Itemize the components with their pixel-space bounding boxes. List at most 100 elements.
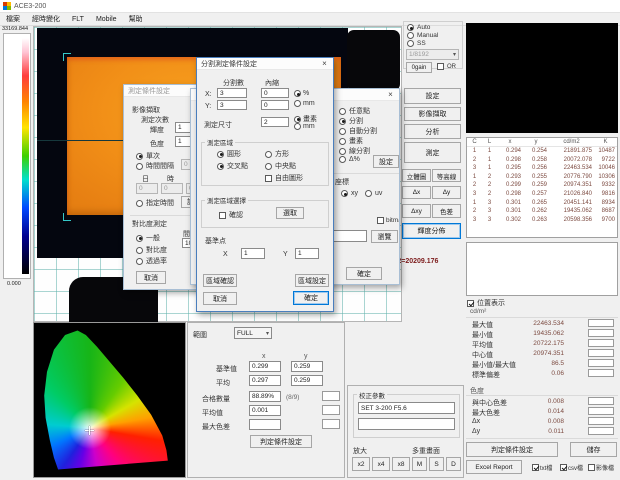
multi-s-button[interactable]: S	[429, 457, 444, 471]
save-button[interactable]: 儲存	[570, 442, 617, 457]
inset-mm-radio[interactable]: mm	[294, 100, 315, 107]
coord-xy-radio[interactable]: xy	[341, 190, 358, 197]
spec-time-radio-mark[interactable]	[136, 200, 143, 207]
x-split-field[interactable]: 3	[217, 88, 247, 98]
manual-radio-mark[interactable]	[407, 32, 414, 39]
avg-x-field[interactable]: 0.297	[249, 375, 281, 386]
ref-x-field[interactable]: 0.299	[249, 361, 281, 372]
close-icon[interactable]: ×	[317, 58, 332, 69]
method-delta-radio[interactable]: Δ%	[339, 156, 360, 163]
free-shape-checkbox[interactable]: 自由圖形	[265, 173, 303, 183]
method-split-mark[interactable]	[339, 118, 346, 125]
method-auto-split-mark[interactable]	[339, 128, 346, 135]
txt-checkbox[interactable]: txt檔	[532, 463, 552, 472]
table-row[interactable]: 110.2940.25421891.87510487	[467, 147, 617, 156]
menu-mobile[interactable]: Mobile	[96, 16, 117, 23]
region-cross-mark[interactable]	[217, 163, 224, 170]
region-circle-mark[interactable]	[217, 151, 224, 158]
judge-condition-button[interactable]: 判定條件設定	[466, 442, 558, 457]
set-button[interactable]: 設定	[404, 88, 461, 104]
general-radio-mark[interactable]	[136, 235, 143, 242]
x-inset-field[interactable]: 0	[261, 88, 289, 98]
inset-mm-mark[interactable]	[294, 100, 301, 107]
shutter-select[interactable]: 1/8192▾	[406, 49, 459, 60]
or-checkbox[interactable]: OR	[437, 63, 456, 70]
pick-button[interactable]: 選取	[276, 207, 304, 219]
browse-button[interactable]: 瀏覽	[371, 230, 398, 243]
zoom-x8-button[interactable]: x8	[392, 457, 410, 471]
menu-file[interactable]: 檔案	[6, 14, 20, 24]
image-file-checkbox-mark[interactable]	[588, 464, 595, 471]
coord-uv-mark[interactable]	[365, 190, 372, 197]
close-icon[interactable]: ×	[383, 89, 398, 100]
region-cross-radio[interactable]: 交叉點	[217, 161, 248, 171]
method-auto-split-radio[interactable]: 自動分割	[339, 126, 377, 136]
confirm-checkbox[interactable]: 確認	[219, 210, 243, 220]
table-row[interactable]: 320.2980.25721026.8409816	[467, 190, 617, 199]
size-field[interactable]: 2	[261, 117, 289, 127]
position-display-mark[interactable]	[467, 300, 474, 307]
title-bar[interactable]: ACE3-200	[0, 0, 620, 13]
region-circle-radio[interactable]: 圓形	[217, 149, 241, 159]
region-set-button[interactable]: 區域設定	[295, 274, 329, 287]
manual-radio[interactable]: Manual	[407, 32, 438, 39]
multi-m-button[interactable]: M	[412, 457, 427, 471]
capture-button[interactable]: 影像擷取	[404, 107, 461, 121]
method-delta-mark[interactable]	[339, 156, 346, 163]
general-radio[interactable]: 一般	[136, 233, 160, 243]
auto-radio-mark[interactable]	[407, 24, 414, 31]
single-radio[interactable]: 單次	[136, 151, 160, 161]
zoom-x2-button[interactable]: x2	[352, 457, 370, 471]
excel-report-button[interactable]: Excel Report	[466, 460, 522, 474]
interval-radio-mark[interactable]	[136, 163, 143, 170]
measure-button[interactable]: 測定	[404, 142, 461, 163]
method-line-split-radio[interactable]: 線分割	[339, 146, 370, 156]
base-y-field[interactable]: 1	[295, 248, 319, 259]
table-row[interactable]: 210.2980.25820072.0789722	[467, 156, 617, 165]
table-row[interactable]: 230.3010.26219435.0628687	[467, 207, 617, 216]
coord-xy-mark[interactable]	[341, 190, 348, 197]
spec-time-radio[interactable]: 指定時間	[136, 198, 174, 208]
delta-xy-button[interactable]: Δxy	[402, 204, 431, 218]
csv-checkbox-mark[interactable]	[560, 464, 567, 471]
bitmap-checkbox[interactable]: bitmap	[377, 217, 400, 224]
interval-radio[interactable]: 時間間隔	[136, 161, 174, 171]
avg-y-field[interactable]: 0.259	[291, 375, 323, 386]
region-center-radio[interactable]: 中央點	[265, 161, 296, 171]
method-ok-button[interactable]: 確定	[346, 267, 382, 280]
zoom-x4-button[interactable]: x4	[372, 457, 390, 471]
menu-help[interactable]: 幫助	[129, 14, 143, 24]
bitmap-checkbox-mark[interactable]	[377, 217, 384, 224]
y-split-field[interactable]: 3	[217, 100, 247, 110]
range-select[interactable]: FULL▾	[234, 327, 272, 339]
confirm-checkbox-mark[interactable]	[219, 212, 226, 219]
luminance-dist-button[interactable]: 輝度分佈	[402, 223, 461, 239]
method-any-point-radio[interactable]: 任意點	[339, 106, 370, 116]
judge-condition-button[interactable]: 判定條件設定	[250, 435, 312, 448]
table-row[interactable]: 130.3010.26520451.1418934	[467, 199, 617, 208]
ref-y-field[interactable]: 0.259	[291, 361, 323, 372]
analyze-button[interactable]: 分析	[404, 124, 461, 139]
split-ok-button[interactable]: 確定	[293, 291, 329, 305]
preview-image[interactable]	[466, 23, 618, 133]
txt-checkbox-mark[interactable]	[532, 464, 539, 471]
or-checkbox-mark[interactable]	[437, 63, 444, 70]
split-cancel-button[interactable]: 取消	[203, 292, 237, 305]
dialog-title-bar[interactable]: 分割測定條件設定	[197, 58, 333, 70]
image-file-checkbox[interactable]: 影像檔	[588, 463, 614, 472]
delta-y-button[interactable]: Δy	[432, 186, 461, 199]
table-row[interactable]: 220.2990.25920974.3519332	[467, 181, 617, 190]
method-pixel-mark[interactable]	[339, 138, 346, 145]
method-set-button[interactable]: 設定	[373, 155, 399, 168]
table-row[interactable]: 120.2930.25520776.79010306	[467, 173, 617, 182]
method-line-split-mark[interactable]	[339, 148, 346, 155]
region-rect-radio[interactable]: 方形	[265, 149, 289, 159]
menu-flt[interactable]: FLT	[72, 16, 84, 23]
size-pixel-mark[interactable]	[294, 116, 301, 123]
position-display-checkbox[interactable]: 位置表示	[467, 298, 505, 308]
free-shape-mark[interactable]	[265, 175, 272, 182]
multi-d-button[interactable]: D	[446, 457, 461, 471]
contrast-radio-mark[interactable]	[136, 247, 143, 254]
contour-button[interactable]: 等高線	[432, 169, 461, 182]
region-center-mark[interactable]	[265, 163, 272, 170]
